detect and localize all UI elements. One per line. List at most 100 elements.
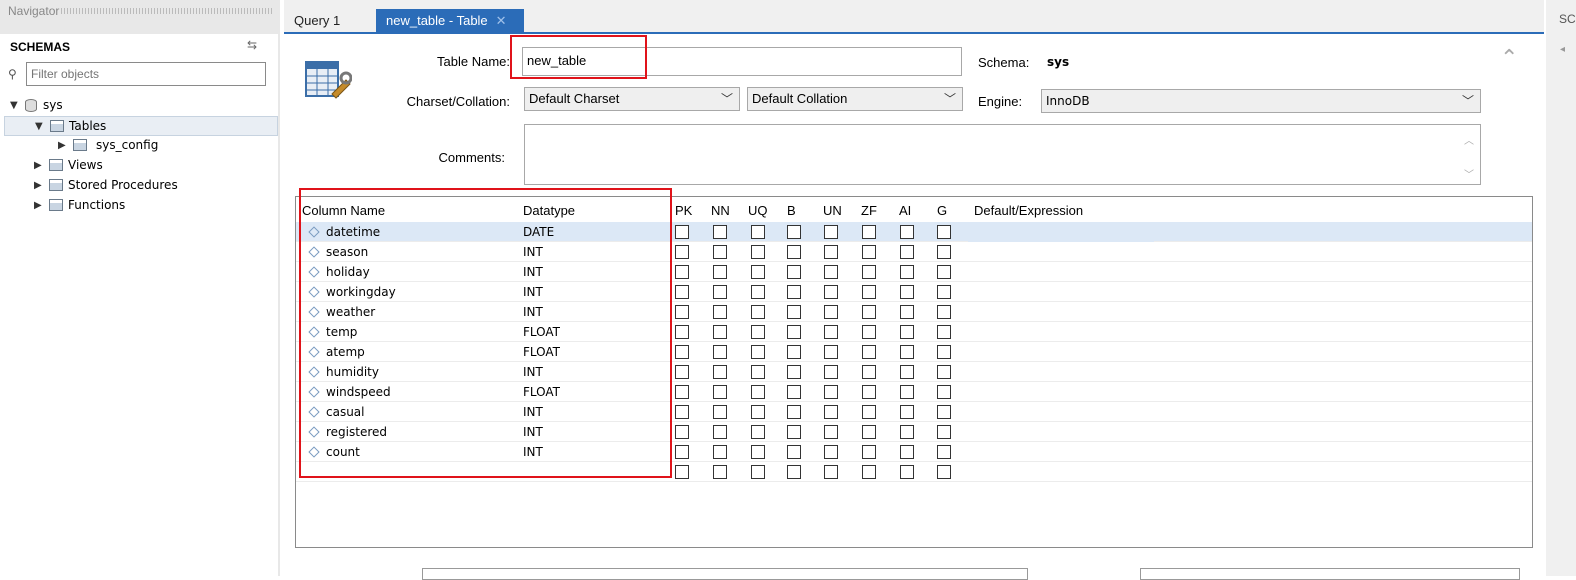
flag-checkbox-uq[interactable]: [751, 285, 765, 299]
expand-arrow-icon[interactable]: ▼: [10, 100, 22, 111]
tab-new-table[interactable]: new_table - Table ✕: [376, 9, 524, 32]
flag-checkbox-pk[interactable]: [675, 305, 689, 319]
flag-checkbox-pk[interactable]: [675, 405, 689, 419]
flag-checkbox-pk[interactable]: [675, 465, 689, 479]
header-datatype[interactable]: Datatype: [523, 201, 575, 221]
tree-item-functions[interactable]: ▶ Functions: [34, 195, 125, 215]
flag-checkbox-un[interactable]: [824, 405, 838, 419]
flag-checkbox-ai[interactable]: [900, 305, 914, 319]
flag-checkbox-zf[interactable]: [862, 465, 876, 479]
flag-checkbox-pk[interactable]: [675, 285, 689, 299]
flag-checkbox-b[interactable]: [787, 365, 801, 379]
flag-checkbox-un[interactable]: [824, 425, 838, 439]
flag-checkbox-uq[interactable]: [751, 265, 765, 279]
flag-checkbox-ai[interactable]: [900, 465, 914, 479]
column-detail-field[interactable]: [422, 568, 1028, 580]
comments-textarea[interactable]: ︿ ﹀: [524, 124, 1481, 185]
flag-checkbox-uq[interactable]: [751, 245, 765, 259]
collapse-arrow-icon[interactable]: ▶: [34, 180, 46, 191]
flag-checkbox-un[interactable]: [824, 445, 838, 459]
scroll-down-icon[interactable]: ﹀: [1464, 163, 1474, 189]
flag-checkbox-uq[interactable]: [751, 365, 765, 379]
column-name-cell[interactable]: count: [306, 442, 666, 462]
collation-select[interactable]: Default Collation ﹀: [747, 87, 963, 111]
flag-checkbox-b[interactable]: [787, 465, 801, 479]
flag-checkbox-un[interactable]: [824, 365, 838, 379]
column-name-cell[interactable]: weather: [306, 302, 666, 322]
close-tab-icon[interactable]: ✕: [496, 13, 507, 28]
flag-checkbox-g[interactable]: [937, 325, 951, 339]
flag-checkbox-un[interactable]: [824, 265, 838, 279]
flag-checkbox-b[interactable]: [787, 265, 801, 279]
column-name-cell[interactable]: casual: [306, 402, 666, 422]
flag-checkbox-g[interactable]: [937, 465, 951, 479]
flag-checkbox-nn[interactable]: [713, 465, 727, 479]
tree-item-tables[interactable]: ▼ Tables: [4, 116, 278, 136]
flag-checkbox-nn[interactable]: [713, 345, 727, 359]
column-detail-field-2[interactable]: [1140, 568, 1520, 580]
flag-checkbox-zf[interactable]: [862, 405, 876, 419]
header-uq[interactable]: UQ: [748, 201, 768, 221]
flag-checkbox-zf[interactable]: [862, 445, 876, 459]
panel-grip[interactable]: [61, 8, 272, 14]
flag-checkbox-un[interactable]: [824, 465, 838, 479]
flag-checkbox-uq[interactable]: [751, 225, 765, 239]
flag-checkbox-g[interactable]: [937, 245, 951, 259]
table-name-input[interactable]: new_table: [522, 47, 962, 76]
flag-checkbox-nn[interactable]: [713, 385, 727, 399]
flag-checkbox-ai[interactable]: [900, 325, 914, 339]
scroll-up-icon[interactable]: ︿: [1464, 129, 1474, 155]
flag-checkbox-uq[interactable]: [751, 445, 765, 459]
flag-checkbox-nn[interactable]: [713, 225, 727, 239]
table-row[interactable]: weather INT: [296, 302, 1532, 322]
flag-checkbox-nn[interactable]: [713, 365, 727, 379]
flag-checkbox-pk[interactable]: [675, 345, 689, 359]
flag-checkbox-zf[interactable]: [862, 345, 876, 359]
expand-arrow-icon[interactable]: ▼: [35, 121, 47, 132]
tab-query-1[interactable]: Query 1: [284, 9, 372, 32]
table-row[interactable]: humidity INT: [296, 362, 1532, 382]
flag-checkbox-b[interactable]: [787, 305, 801, 319]
datatype-cell[interactable]: INT: [523, 442, 543, 462]
flag-checkbox-nn[interactable]: [713, 445, 727, 459]
flag-checkbox-nn[interactable]: [713, 305, 727, 319]
datatype-cell[interactable]: FLOAT: [523, 322, 560, 342]
flag-checkbox-pk[interactable]: [675, 385, 689, 399]
column-name-cell[interactable]: registered: [306, 422, 666, 442]
column-name-cell[interactable]: humidity: [306, 362, 666, 382]
column-name-cell[interactable]: windspeed: [306, 382, 666, 402]
header-zf[interactable]: ZF: [861, 201, 877, 221]
datatype-cell[interactable]: FLOAT: [523, 342, 560, 362]
table-row[interactable]: count INT: [296, 442, 1532, 462]
flag-checkbox-ai[interactable]: [900, 345, 914, 359]
datatype-cell[interactable]: INT: [523, 302, 543, 322]
flag-checkbox-nn[interactable]: [713, 325, 727, 339]
flag-checkbox-pk[interactable]: [675, 245, 689, 259]
flag-checkbox-b[interactable]: [787, 345, 801, 359]
flag-checkbox-pk[interactable]: [675, 265, 689, 279]
table-row[interactable]: season INT: [296, 242, 1532, 262]
column-name-cell[interactable]: workingday: [306, 282, 666, 302]
datatype-cell[interactable]: INT: [523, 242, 543, 262]
flag-checkbox-un[interactable]: [824, 345, 838, 359]
table-row[interactable]: registered INT: [296, 422, 1532, 442]
flag-checkbox-zf[interactable]: [862, 425, 876, 439]
flag-checkbox-nn[interactable]: [713, 285, 727, 299]
flag-checkbox-b[interactable]: [787, 405, 801, 419]
header-g[interactable]: G: [937, 201, 947, 221]
flag-checkbox-ai[interactable]: [900, 285, 914, 299]
flag-checkbox-zf[interactable]: [862, 385, 876, 399]
flag-checkbox-un[interactable]: [824, 245, 838, 259]
flag-checkbox-g[interactable]: [937, 345, 951, 359]
flag-checkbox-zf[interactable]: [862, 305, 876, 319]
flag-checkbox-ai[interactable]: [900, 425, 914, 439]
tree-item-sys[interactable]: ▼ sys: [10, 95, 63, 115]
flag-checkbox-un[interactable]: [824, 225, 838, 239]
default-expression-cell[interactable]: [968, 222, 1154, 242]
flag-checkbox-zf[interactable]: [862, 245, 876, 259]
flag-checkbox-ai[interactable]: [900, 445, 914, 459]
datatype-cell[interactable]: INT: [523, 422, 543, 442]
table-row[interactable]: temp FLOAT: [296, 322, 1532, 342]
collapse-arrow-icon[interactable]: ▶: [34, 160, 46, 171]
header-pk[interactable]: PK: [675, 201, 692, 221]
